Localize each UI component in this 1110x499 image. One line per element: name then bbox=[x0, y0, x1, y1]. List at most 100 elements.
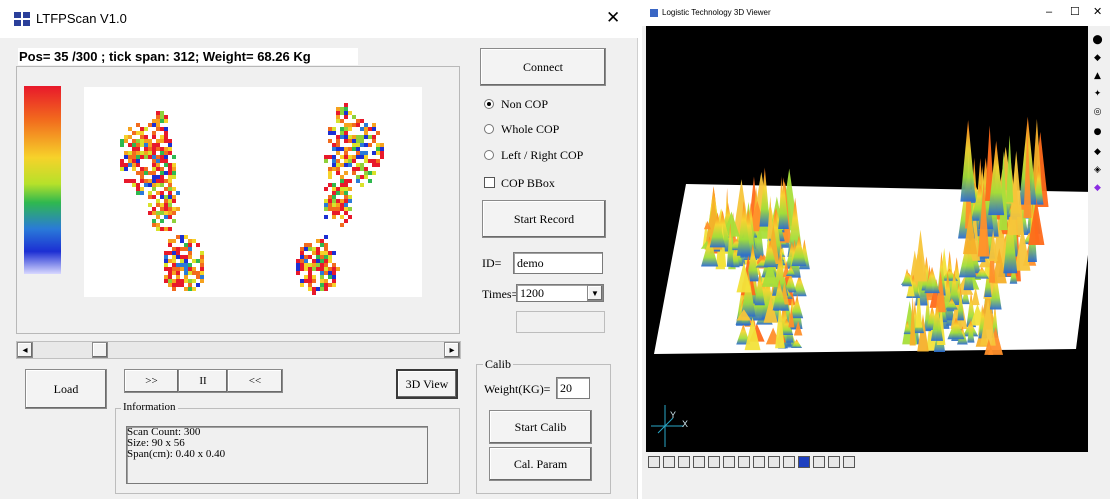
heat-cell bbox=[340, 155, 344, 159]
scroll-left-button[interactable]: ◂ bbox=[17, 342, 33, 358]
copy-icon[interactable] bbox=[828, 456, 840, 468]
cop-option-left-right[interactable]: Left / Right COP bbox=[484, 148, 624, 162]
back-button[interactable]: << bbox=[227, 369, 283, 393]
cal-param-button[interactable]: Cal. Param bbox=[489, 447, 592, 481]
heat-cell bbox=[336, 143, 340, 147]
start-calib-button[interactable]: Start Calib bbox=[489, 410, 592, 444]
heat-cell bbox=[348, 179, 352, 183]
heat-cell bbox=[140, 171, 144, 175]
shade-icon[interactable]: ◆ bbox=[1091, 146, 1104, 159]
forward-button[interactable]: >> bbox=[124, 369, 179, 393]
view3d-button[interactable]: 3D View bbox=[396, 369, 458, 399]
chevron-down-icon[interactable]: ▼ bbox=[587, 285, 603, 301]
minimize-icon[interactable]: – bbox=[1046, 6, 1052, 18]
pan-icon[interactable]: ◆ bbox=[1091, 52, 1104, 65]
table-icon[interactable] bbox=[723, 456, 735, 468]
view-top-icon[interactable] bbox=[708, 456, 720, 468]
cop-radio-left-right[interactable] bbox=[484, 150, 494, 160]
view-left-icon[interactable] bbox=[678, 456, 690, 468]
heat-cell bbox=[312, 275, 316, 279]
cop-option-non[interactable]: Non COP bbox=[484, 97, 624, 111]
scroll-right-button[interactable]: ▸ bbox=[444, 342, 460, 358]
back-button-label: << bbox=[248, 375, 262, 387]
heat-cell bbox=[164, 159, 168, 163]
times-select[interactable]: 1200 ▼ bbox=[516, 284, 604, 302]
id-input[interactable]: demo bbox=[513, 252, 603, 274]
heat-cell bbox=[192, 287, 196, 291]
timeline-scrollbar[interactable]: ◂ ▸ bbox=[16, 341, 461, 359]
heat-cell bbox=[152, 123, 156, 127]
heat-cell bbox=[200, 279, 204, 283]
heat-cell bbox=[360, 163, 364, 167]
heat-cell bbox=[328, 155, 332, 159]
maximize-icon[interactable]: ☐ bbox=[1070, 5, 1080, 18]
heat-cell bbox=[200, 271, 204, 275]
heat-cell bbox=[340, 199, 344, 203]
heat-cell bbox=[168, 283, 172, 287]
heat-cell bbox=[184, 255, 188, 259]
heat-cell bbox=[180, 267, 184, 271]
heat-cell bbox=[376, 163, 380, 167]
pause-button[interactable]: II bbox=[178, 369, 228, 393]
zoom-fit-icon[interactable] bbox=[753, 456, 765, 468]
fill-icon[interactable] bbox=[798, 456, 810, 468]
graph-icon[interactable] bbox=[768, 456, 780, 468]
lightning-icon[interactable] bbox=[813, 456, 825, 468]
heat-cell bbox=[332, 263, 336, 267]
start-record-button[interactable]: Start Record bbox=[482, 200, 606, 238]
view-right-icon[interactable] bbox=[693, 456, 705, 468]
cop-bbox-option[interactable]: COP BBox bbox=[484, 176, 624, 190]
view-front-icon[interactable] bbox=[648, 456, 660, 468]
cop-bbox-checkbox[interactable] bbox=[484, 177, 495, 188]
heat-cell bbox=[128, 151, 132, 155]
heat-cell bbox=[152, 135, 156, 139]
frame-icon[interactable] bbox=[783, 456, 795, 468]
reset-icon[interactable]: ● bbox=[1091, 126, 1104, 139]
heat-cell bbox=[188, 263, 192, 267]
forward-button-label: >> bbox=[145, 375, 158, 387]
heat-cell bbox=[132, 143, 136, 147]
cop-radio-non[interactable] bbox=[484, 99, 494, 109]
heat-cell bbox=[332, 143, 336, 147]
scroll-thumb[interactable] bbox=[92, 342, 108, 358]
calib-group-label: Calib bbox=[483, 357, 513, 372]
view-back-icon[interactable] bbox=[663, 456, 675, 468]
close-icon[interactable]: ✕ bbox=[606, 8, 620, 28]
heat-cell bbox=[168, 275, 172, 279]
zoom-icon[interactable]: ▲ bbox=[1091, 70, 1104, 83]
print-icon[interactable] bbox=[843, 456, 855, 468]
cop-radio-whole[interactable] bbox=[484, 124, 494, 134]
grid-icon[interactable]: ◎ bbox=[1091, 106, 1104, 119]
weight-input[interactable]: 20 bbox=[556, 377, 590, 399]
connect-button[interactable]: Connect bbox=[480, 48, 606, 86]
heat-cell bbox=[332, 199, 336, 203]
cop-option-whole[interactable]: Whole COP bbox=[484, 122, 624, 136]
heat-cell bbox=[348, 123, 352, 127]
heat-cell bbox=[352, 123, 356, 127]
grid2-icon[interactable] bbox=[738, 456, 750, 468]
heat-cell bbox=[320, 287, 324, 291]
heat-cell bbox=[376, 143, 380, 147]
heat-cell bbox=[324, 251, 328, 255]
heat-cell bbox=[200, 255, 204, 259]
heat-cell bbox=[328, 139, 332, 143]
heat-cell bbox=[184, 271, 188, 275]
heat-cell bbox=[164, 263, 168, 267]
scan-window-title: LTFPScan V1.0 bbox=[36, 11, 127, 26]
viewer-3d-canvas[interactable]: Y X bbox=[646, 26, 1088, 452]
heat-cell bbox=[344, 123, 348, 127]
heat-cell bbox=[200, 251, 204, 255]
heat-cell bbox=[348, 159, 352, 163]
heat-cell bbox=[380, 147, 384, 151]
rotate-icon[interactable]: ⬤ bbox=[1091, 34, 1104, 47]
heat-cell bbox=[184, 235, 188, 239]
heat-cell bbox=[300, 263, 304, 267]
color-icon[interactable]: ◆ bbox=[1091, 182, 1104, 195]
viewer-close-icon[interactable]: ✕ bbox=[1093, 5, 1102, 18]
light-icon[interactable]: ✦ bbox=[1091, 88, 1104, 101]
wire-icon[interactable]: ◈ bbox=[1091, 164, 1104, 177]
heat-cell bbox=[340, 119, 344, 123]
load-button[interactable]: Load bbox=[25, 369, 107, 409]
heat-cell bbox=[328, 259, 332, 263]
heat-cell bbox=[144, 183, 148, 187]
